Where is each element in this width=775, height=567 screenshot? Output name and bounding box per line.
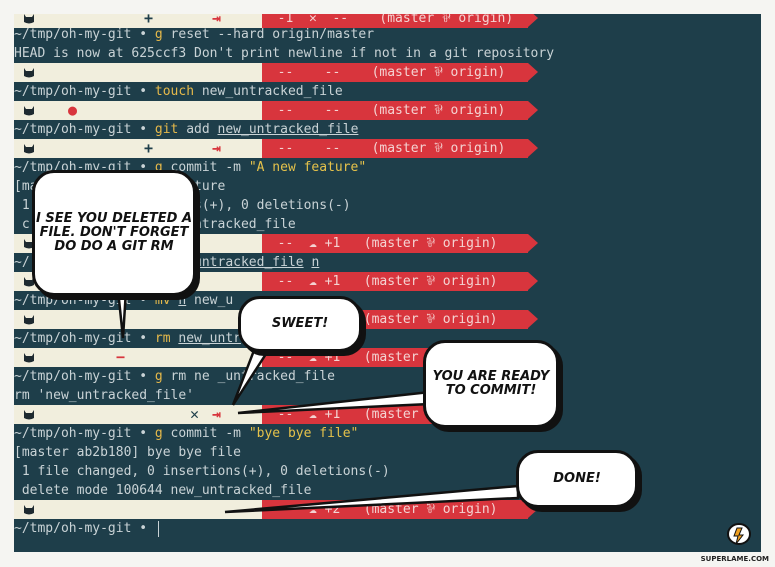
prompt-right-segment: -- -- (master ⅌ origin) [262,101,538,120]
github-cat-icon [24,353,34,363]
github-cat-icon [24,505,34,515]
terminal-line: rm 'new_untracked_file' [14,388,195,403]
signin-icon: ⇥ [212,139,222,157]
terminal-line: ~/tmp/oh-my-git • touch new_untracked_fi… [14,84,343,99]
x-icon: ✕ [190,405,200,423]
terminal-line: delete mode 100644 new_untracked_file [14,483,312,498]
prompt-right-segment: -- ☁ +1 (master ⅌ origin) [262,234,538,253]
text-cursor[interactable] [158,521,159,537]
prompt-right-segment: -- ☁ +2 (master ⅌ origin) [262,500,538,519]
terminal-line: ~/tmp/oh-my-git • g reset --hard origin/… [14,27,375,42]
terminal-line: ~/tmp/oh-my-git • g rm ne _untracked_fil… [14,369,335,384]
minus-icon: − [116,348,126,366]
terminal-line: [master ab2b180] bye bye file [14,445,241,460]
drop-icon: ● [68,101,78,119]
speech-bubble-rm-reminder: I see you deleted a file. Don't forget d… [32,170,196,296]
github-cat-icon [24,14,34,24]
terminal-line: ~/tmp/oh-my-git • git add new_untracked_… [14,122,359,137]
prompt-bar: -- -- (master ⅌ origin) [14,63,539,82]
plus-icon: + [144,139,154,157]
terminal-line: HEAD is now at 625ccf3 Don't print newli… [14,46,555,61]
github-cat-icon [24,144,34,154]
github-cat-icon [24,68,34,78]
superlame-logo-icon [727,523,751,545]
comic-frame: + ⇥ -1 ✕ -- (master ⅌ origin) ~/tmp/oh-m… [0,0,775,567]
terminal-line: ~/tmp/oh-my-git • [14,521,155,536]
speech-bubble-sweet: Sweet! [238,296,362,352]
terminal-line: ~/tmp/oh-my-git • g commit -m "bye bye f… [14,426,359,441]
prompt-bar: ● -- -- (master ⅌ origin) [14,101,539,120]
prompt-left-segment: ● [14,101,272,120]
prompt-left-segment: − [14,348,272,367]
terminal-line: ~/tmp/oh-my-git • rm new_untr [14,331,241,346]
terminal-line: 1 file changed, 0 insertions(+), 0 delet… [14,464,390,479]
prompt-right-segment: -- -- (master ⅌ origin) [262,139,538,158]
speech-bubble-done: Done! [516,450,638,508]
prompt-right-segment: -- -- (master ⅌ origin) [262,63,538,82]
prompt-bar: -- ☁ +2 (master ⅌ origin) [14,500,539,519]
prompt-bar: + ⇥ -- -- (master ⅌ origin) [14,139,539,158]
signin-icon: ⇥ [212,405,222,423]
github-cat-icon [24,315,34,325]
speech-bubble-ready-to-commit: You are ready to commit! [423,340,559,428]
watermark: SUPERLAME.COM [700,555,769,563]
github-cat-icon [24,106,34,116]
prompt-left-segment [14,500,272,519]
prompt-left-segment [14,310,272,329]
github-cat-icon [24,410,34,420]
prompt-left-segment: ✕ ⇥ [14,405,272,424]
prompt-right-segment: -- ☁ +1 (master ⅌ origin) [262,272,538,291]
prompt-left-segment: + ⇥ [14,139,272,158]
prompt-left-segment [14,63,272,82]
